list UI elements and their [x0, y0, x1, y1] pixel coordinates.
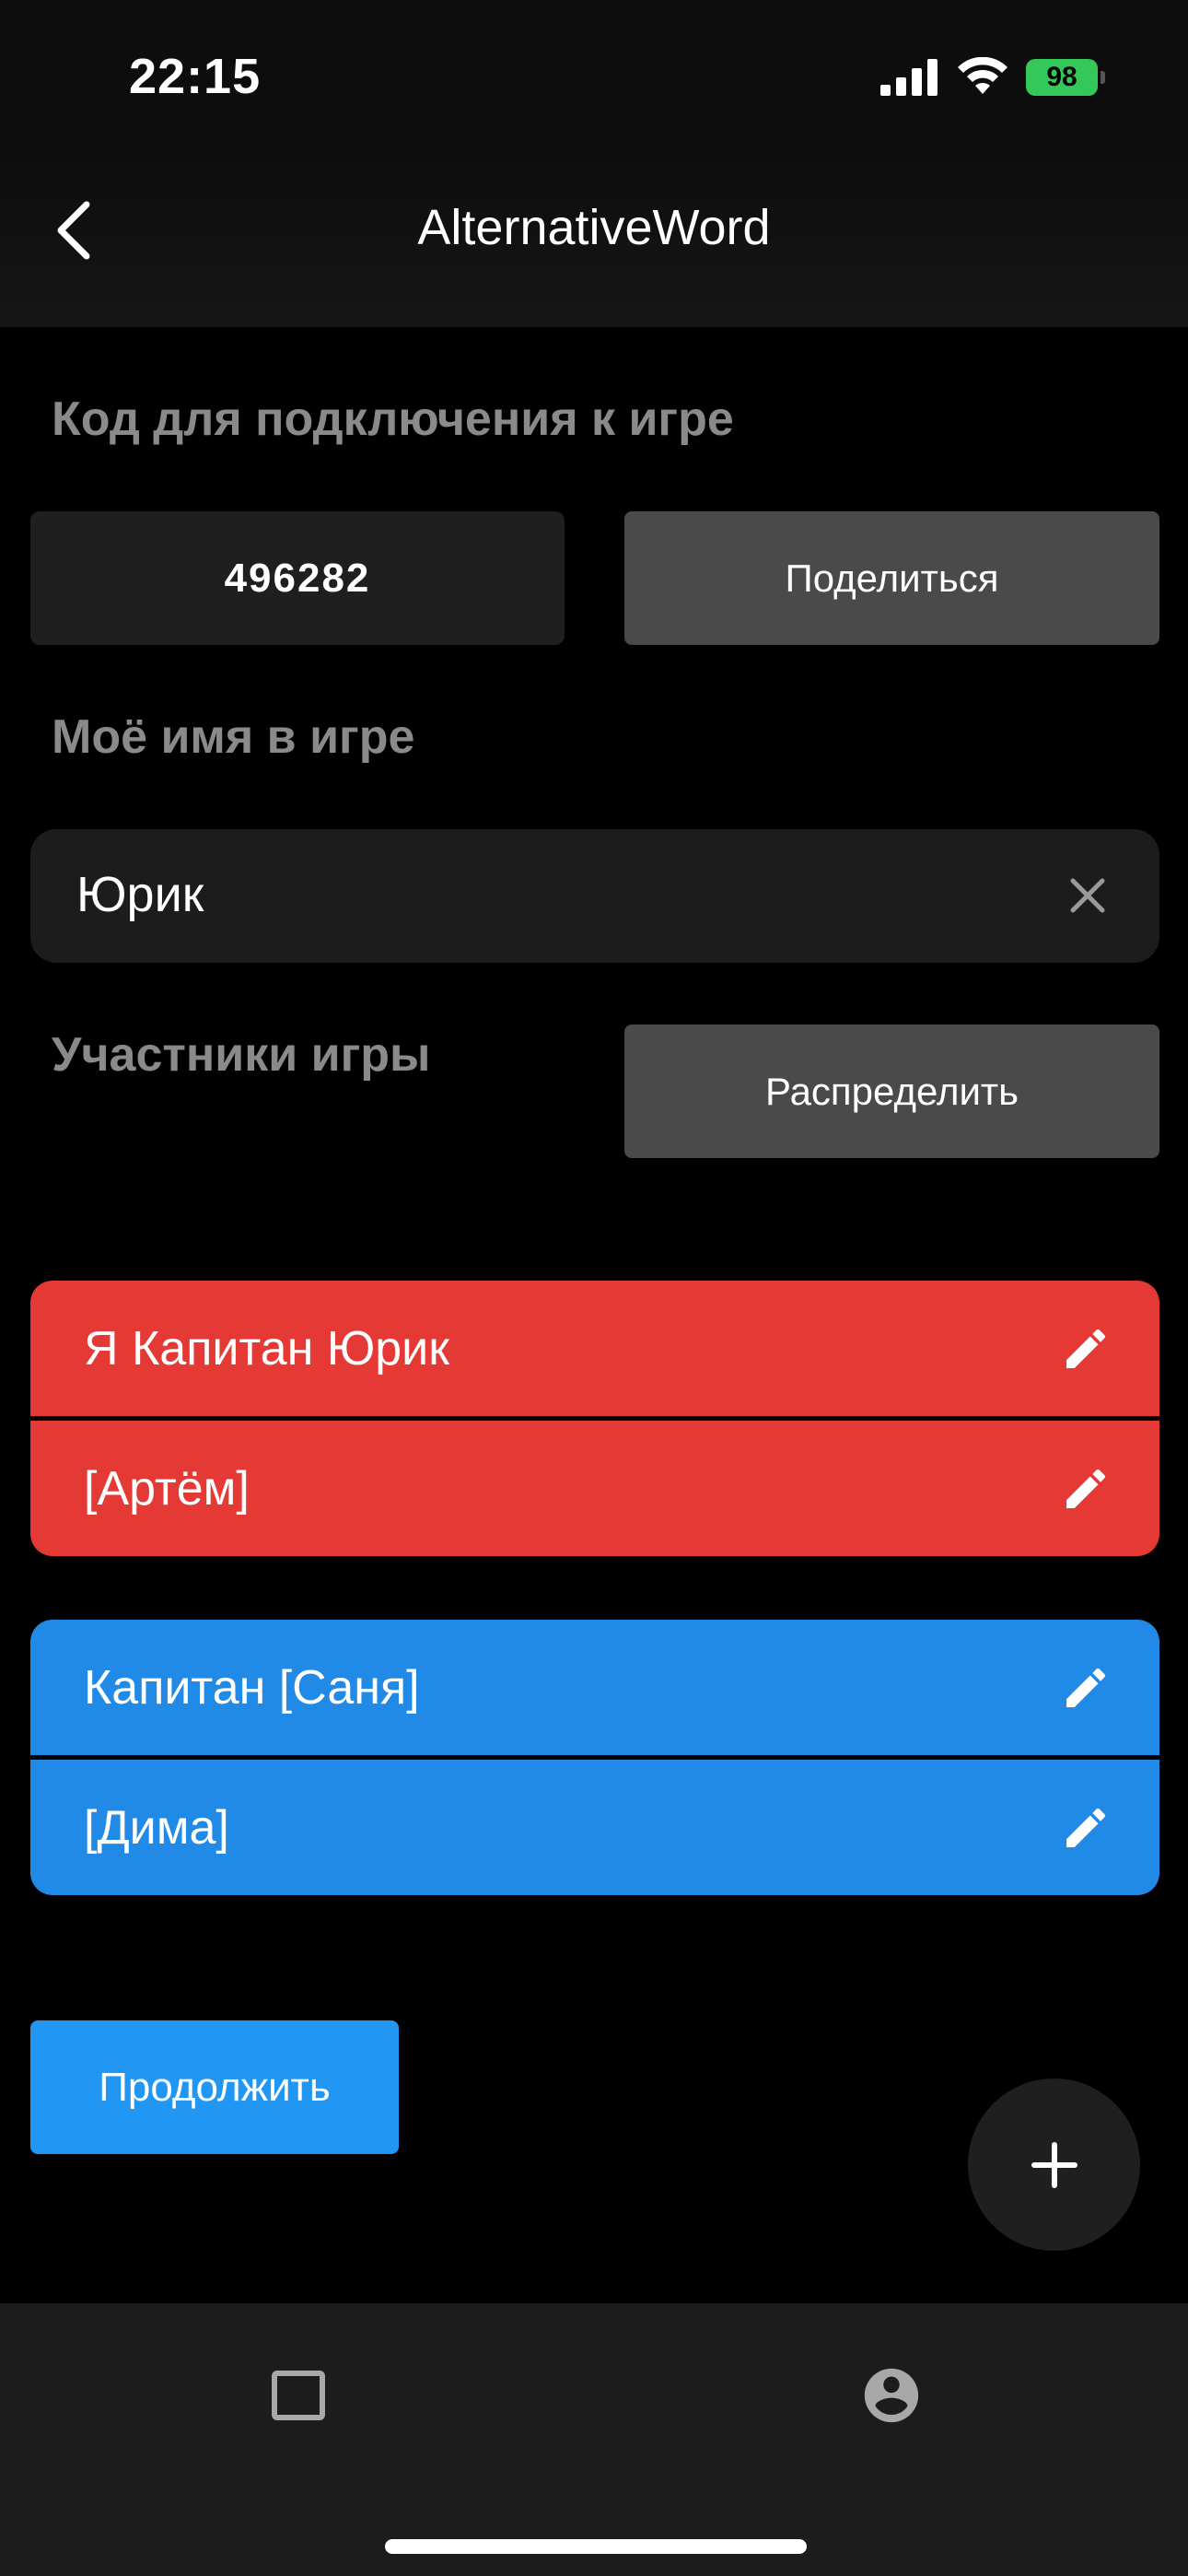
tab-profile[interactable]: [845, 2349, 938, 2441]
navigation-bar: AlternativeWord: [0, 157, 1188, 327]
pencil-icon[interactable]: [1060, 1463, 1112, 1515]
join-code-label: Код для подключения к игре: [52, 392, 734, 446]
page-title: AlternativeWord: [417, 200, 771, 255]
player-row[interactable]: Капитан [Саня]: [30, 1620, 1159, 1755]
player-name: [Дима]: [84, 1800, 229, 1855]
battery-indicator: 98: [1026, 59, 1105, 96]
player-row[interactable]: Я Капитан Юрик: [30, 1281, 1159, 1416]
close-icon[interactable]: [1062, 870, 1113, 921]
name-field[interactable]: Юрик: [30, 829, 1159, 963]
team-blue: Капитан [Саня] [Дима]: [30, 1620, 1159, 1895]
wifi-icon: [958, 57, 1007, 94]
pencil-icon[interactable]: [1060, 1802, 1112, 1854]
plus-icon: [1031, 2141, 1077, 2188]
battery-level: 98: [1026, 59, 1098, 96]
tab-bar: [0, 2303, 1188, 2576]
player-row[interactable]: [Дима]: [30, 1755, 1159, 1895]
team-red: Я Капитан Юрик [Артём]: [30, 1281, 1159, 1556]
tab-games[interactable]: [252, 2349, 344, 2441]
share-button[interactable]: Поделиться: [624, 511, 1159, 645]
name-field-value[interactable]: Юрик: [76, 866, 204, 923]
player-name: Капитан [Саня]: [84, 1660, 420, 1715]
distribute-button[interactable]: Распределить: [624, 1025, 1159, 1158]
player-name: Я Капитан Юрик: [84, 1321, 449, 1376]
players-label: Участники игры: [52, 1028, 431, 1082]
account-circle-icon: [864, 2368, 919, 2423]
pencil-icon[interactable]: [1060, 1662, 1112, 1714]
status-icons: 98: [880, 55, 1105, 100]
continue-button[interactable]: Продолжить: [30, 2020, 399, 2154]
home-indicator: [385, 2539, 807, 2554]
add-button[interactable]: [968, 2078, 1140, 2251]
square-icon: [272, 2371, 325, 2420]
player-row[interactable]: [Артём]: [30, 1416, 1159, 1556]
pencil-icon[interactable]: [1060, 1323, 1112, 1375]
status-time: 22:15: [129, 49, 262, 104]
player-name: [Артём]: [84, 1461, 250, 1516]
my-name-label: Моё имя в игре: [52, 710, 415, 764]
cellular-signal-icon: [880, 59, 938, 96]
join-code-value: 496282: [30, 511, 565, 645]
status-bar: 22:15 98: [0, 0, 1188, 157]
battery-tip: [1101, 71, 1105, 84]
